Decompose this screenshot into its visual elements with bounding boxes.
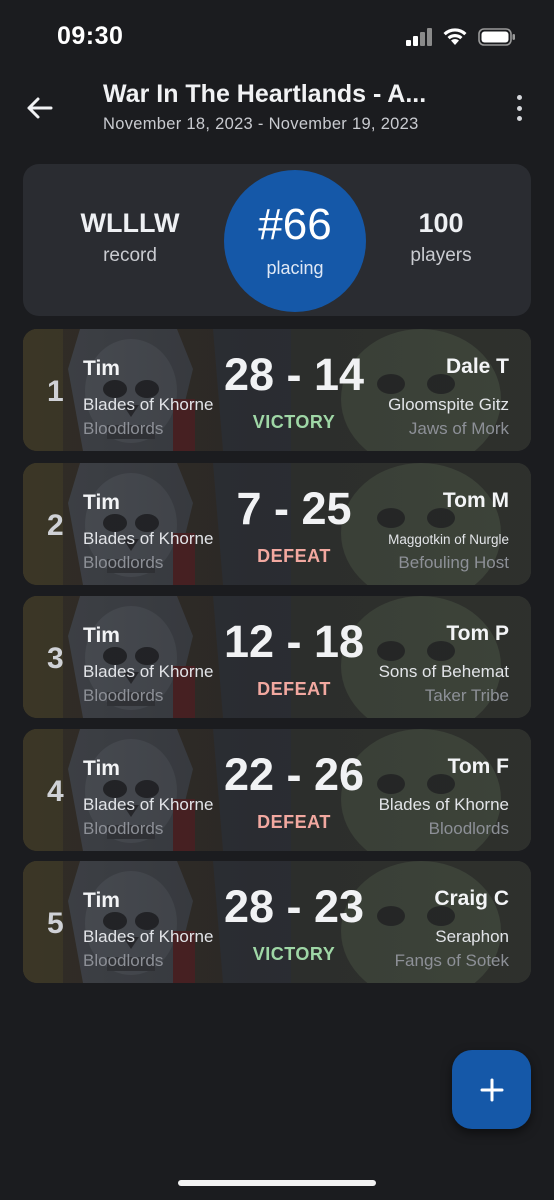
opponent-army: Seraphon: [435, 927, 509, 946]
placing-label: placing: [266, 258, 324, 278]
match-score: 12 - 18: [223, 616, 365, 667]
arrow-left-icon: [27, 97, 53, 119]
opponent-army: Gloomspite Gitz: [388, 395, 509, 414]
opponent-army: Maggotkin of Nurgle: [388, 532, 509, 547]
match-result: DEFEAT: [257, 679, 331, 699]
placing-badge: #66 placing: [224, 170, 366, 312]
opponent-subfaction: Bloodlords: [428, 819, 509, 838]
round-number: 1: [47, 375, 64, 408]
opponent-name: Tom P: [446, 622, 509, 645]
summary-card: WLLLW record #66 placing 100 players: [23, 164, 531, 316]
player-subfaction: Bloodlords: [83, 951, 164, 970]
player-name: Tim: [83, 491, 120, 514]
page-title: War In The Heartlands - A...: [103, 80, 427, 108]
match-score: 28 - 14: [223, 349, 365, 400]
match-score: 22 - 26: [223, 749, 365, 800]
more-vertical-icon: [516, 95, 522, 100]
app-bar: War In The Heartlands - A... November 18…: [0, 72, 554, 152]
match-result: DEFEAT: [257, 546, 331, 566]
match-score: 28 - 23: [223, 881, 365, 932]
players-value: 100: [418, 208, 464, 238]
match-card[interactable]: 1 Tim Blades of Khorne Bloodlords 28 - 1…: [23, 329, 531, 451]
opponent-subfaction: Befouling Host: [398, 553, 509, 572]
record-stat: WLLLW record: [60, 208, 200, 267]
player-subfaction: Bloodlords: [83, 553, 164, 572]
player-name: Tim: [83, 889, 120, 912]
match-card[interactable]: 2 Tim Blades of Khorne Bloodlords 7 - 25…: [23, 463, 531, 585]
match-card[interactable]: 3 Tim Blades of Khorne Bloodlords 12 - 1…: [23, 596, 531, 718]
round-number: 4: [47, 775, 64, 808]
match-card[interactable]: 5 Tim Blades of Khorne Bloodlords 28 - 2…: [23, 861, 531, 983]
match-result: VICTORY: [252, 944, 336, 964]
opponent-subfaction: Taker Tribe: [424, 686, 509, 705]
status-bar: 09:30: [0, 0, 554, 72]
wifi-icon: [443, 28, 467, 45]
opponent-army: Sons of Behemat: [378, 662, 509, 681]
record-label: record: [103, 245, 157, 266]
opponent-army: Blades of Khorne: [378, 795, 509, 814]
player-name: Tim: [83, 624, 120, 647]
match-result: DEFEAT: [257, 812, 331, 832]
round-number: 5: [47, 907, 64, 940]
round-number: 3: [47, 642, 64, 675]
round-number: 2: [47, 509, 64, 542]
match-card[interactable]: 4 Tim Blades of Khorne Bloodlords 22 - 2…: [23, 729, 531, 851]
opponent-name: Tom F: [447, 755, 509, 778]
player-subfaction: Bloodlords: [83, 686, 164, 705]
record-value: WLLLW: [80, 208, 180, 238]
player-army: Blades of Khorne: [83, 795, 214, 814]
player-name: Tim: [83, 757, 120, 780]
status-time: 09:30: [57, 22, 124, 50]
match-score: 7 - 25: [236, 483, 352, 534]
match-result: VICTORY: [252, 412, 336, 432]
home-indicator[interactable]: [178, 1180, 376, 1186]
add-match-button[interactable]: [452, 1050, 531, 1129]
players-stat: 100 players: [371, 208, 511, 267]
back-button[interactable]: [22, 90, 58, 126]
players-label: players: [410, 245, 472, 266]
player-subfaction: Bloodlords: [83, 819, 164, 838]
player-army: Blades of Khorne: [83, 662, 214, 681]
opponent-name: Tom M: [442, 489, 509, 512]
player-army: Blades of Khorne: [83, 529, 214, 548]
plus-icon: [480, 1078, 503, 1101]
player-army: Blades of Khorne: [83, 395, 214, 414]
opponent-name: Craig C: [434, 887, 509, 910]
more-options-button[interactable]: [508, 92, 530, 124]
event-dates: November 18, 2023 - November 19, 2023: [103, 115, 419, 133]
battery-icon: [478, 28, 515, 46]
player-name: Tim: [83, 357, 120, 380]
opponent-name: Dale T: [445, 355, 509, 378]
player-army: Blades of Khorne: [83, 927, 214, 946]
player-subfaction: Bloodlords: [83, 419, 164, 438]
opponent-subfaction: Jaws of Mork: [408, 419, 509, 438]
placing-value: #66: [258, 200, 332, 249]
signal-icon: [406, 28, 432, 46]
opponent-subfaction: Fangs of Sotek: [394, 951, 509, 970]
